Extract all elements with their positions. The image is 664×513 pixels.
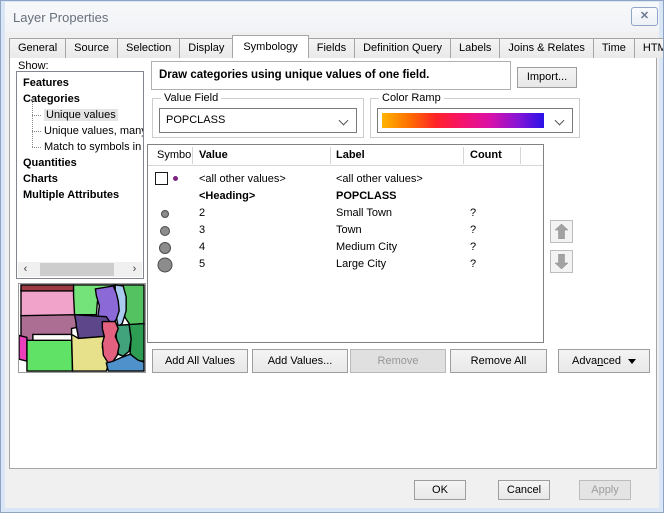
chevron-down-icon [555, 116, 565, 126]
color-ramp-gradient [382, 113, 544, 128]
remove-button[interactable]: Remove [350, 349, 446, 373]
show-item-features[interactable]: Features [17, 75, 143, 91]
cell-count: ? [470, 241, 476, 253]
cell-value: 3 [199, 224, 205, 236]
tab-display[interactable]: Display [179, 38, 233, 58]
categories-table[interactable]: Symbol Value Label Count <all other valu… [147, 144, 544, 343]
cell-value: 2 [199, 207, 205, 219]
table-header-row: Symbol Value Label Count [148, 145, 543, 166]
show-item-unique-values-many[interactable]: Unique values, many [17, 123, 143, 139]
apply-button[interactable]: Apply [579, 480, 631, 500]
color-ramp-dropdown[interactable] [377, 108, 573, 133]
cell-label: Large City [336, 258, 386, 270]
table-row[interactable]: 3 Town ? [148, 222, 543, 239]
cell-label: Small Town [336, 207, 392, 219]
cell-label: <all other values> [336, 173, 423, 185]
table-row[interactable]: 2 Small Town ? [148, 205, 543, 222]
add-all-values-button[interactable]: Add All Values [152, 349, 248, 373]
tab-definition-query[interactable]: Definition Query [354, 38, 451, 58]
tab-labels[interactable]: Labels [450, 38, 500, 58]
header-symbol: Symbol [157, 149, 194, 161]
cell-value: <all other values> [199, 173, 286, 185]
arrow-up-icon [555, 224, 568, 239]
dropdown-arrow-icon [628, 359, 636, 364]
graduated-symbol[interactable] [160, 226, 170, 236]
tab-html-popup[interactable]: HTML Popup [634, 38, 664, 58]
move-down-button[interactable] [550, 250, 573, 273]
value-field-value: POPCLASS [166, 114, 225, 126]
scroll-right-icon[interactable]: › [127, 262, 142, 277]
arrow-down-icon [555, 254, 568, 269]
layer-preview-thumbnail [18, 283, 146, 373]
cell-count: ? [470, 207, 476, 219]
table-row[interactable]: <all other values> <all other values> [148, 171, 543, 188]
table-row[interactable]: 4 Medium City ? [148, 239, 543, 256]
scroll-left-icon[interactable]: ‹ [18, 262, 33, 277]
tab-strip: General Source Selection Display Symbolo… [9, 35, 664, 58]
import-button[interactable]: Import... [517, 67, 577, 88]
tree-horizontal-scrollbar[interactable]: ‹ › [18, 262, 142, 277]
table-row[interactable]: <Heading> POPCLASS [148, 188, 543, 205]
graduated-symbol[interactable] [161, 210, 169, 218]
show-item-charts[interactable]: Charts [17, 171, 143, 187]
tab-selection[interactable]: Selection [117, 38, 180, 58]
header-count: Count [470, 149, 502, 161]
show-item-unique-values[interactable]: Unique values [17, 107, 143, 123]
tab-joins-relates[interactable]: Joins & Relates [499, 38, 593, 58]
add-values-button[interactable]: Add Values... [252, 349, 348, 373]
show-tree-list[interactable]: Features Categories Unique values Unique… [16, 71, 144, 279]
graduated-symbol[interactable] [158, 257, 173, 272]
all-other-values-checkbox[interactable] [155, 172, 168, 185]
cell-value: 4 [199, 241, 205, 253]
symbology-page: Show: Features Categories Unique values … [9, 57, 657, 469]
cell-count: ? [470, 224, 476, 236]
tab-time[interactable]: Time [593, 38, 635, 58]
layer-properties-dialog: Layer Properties ✕ General Source Select… [0, 0, 664, 513]
tab-general[interactable]: General [9, 38, 66, 58]
window-title: Layer Properties [13, 10, 108, 25]
cell-label: POPCLASS [336, 190, 397, 202]
cell-value: <Heading> [199, 190, 255, 202]
scrollbar-thumb[interactable] [40, 263, 114, 276]
show-item-match-symbols[interactable]: Match to symbols in a [17, 139, 143, 155]
color-ramp-group: Color Ramp [370, 98, 580, 138]
ok-button[interactable]: OK [414, 480, 466, 500]
chevron-down-icon [339, 116, 349, 126]
show-item-quantities[interactable]: Quantities [17, 155, 143, 171]
cancel-button[interactable]: Cancel [498, 480, 550, 500]
cell-count: ? [470, 258, 476, 270]
tab-symbology[interactable]: Symbology [232, 35, 308, 58]
graduated-symbol[interactable] [159, 242, 171, 254]
tab-fields[interactable]: Fields [308, 38, 355, 58]
table-row[interactable]: 5 Large City ? [148, 256, 543, 273]
cell-label: Town [336, 224, 362, 236]
header-value: Value [199, 149, 228, 161]
color-ramp-label: Color Ramp [379, 92, 444, 104]
move-up-button[interactable] [550, 220, 573, 243]
header-label: Label [336, 149, 365, 161]
close-icon[interactable]: ✕ [631, 7, 658, 26]
title-bar[interactable]: Layer Properties [5, 2, 659, 32]
tab-source[interactable]: Source [65, 38, 118, 58]
preview-map-image [19, 284, 145, 372]
show-item-categories[interactable]: Categories [17, 91, 143, 107]
all-other-values-symbol[interactable] [173, 176, 178, 181]
cell-label: Medium City [336, 241, 397, 253]
value-field-group: Value Field POPCLASS [152, 98, 364, 138]
show-item-multiple-attributes[interactable]: Multiple Attributes [17, 187, 143, 203]
value-field-dropdown[interactable]: POPCLASS [159, 108, 357, 133]
method-description-panel: Draw categories using unique values of o… [151, 61, 511, 90]
value-field-label: Value Field [161, 92, 221, 104]
advanced-button[interactable]: Advanced [558, 349, 650, 373]
method-description: Draw categories using unique values of o… [159, 69, 429, 81]
cell-value: 5 [199, 258, 205, 270]
remove-all-button[interactable]: Remove All [450, 349, 547, 373]
